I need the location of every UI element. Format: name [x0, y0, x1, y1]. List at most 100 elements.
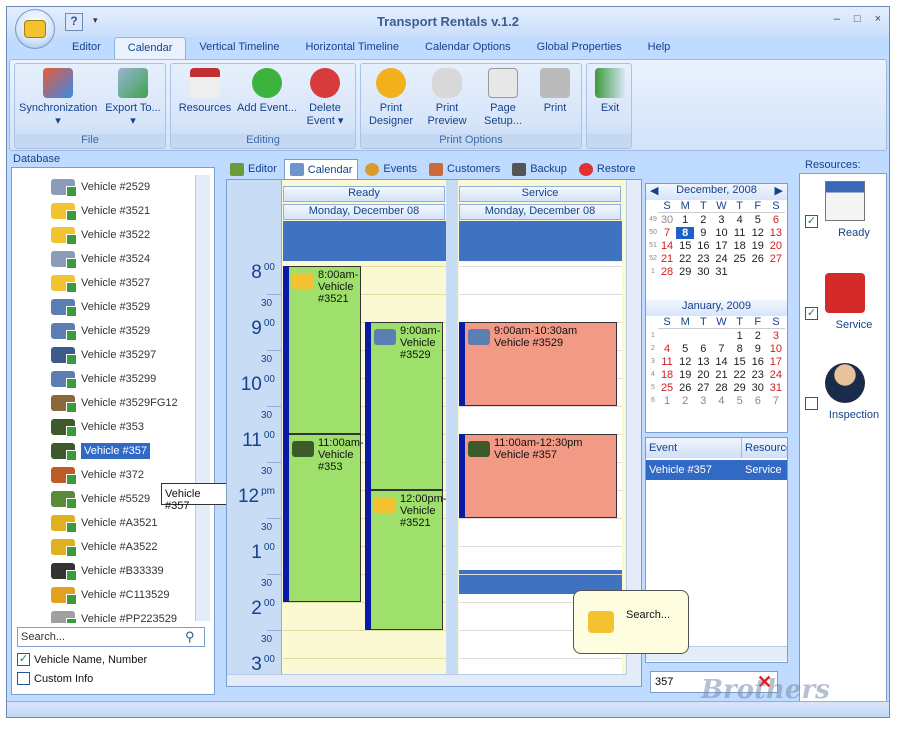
day-cell[interactable]: [658, 330, 676, 342]
tree-item[interactable]: Vehicle #353: [15, 415, 205, 439]
tab-global-properties[interactable]: Global Properties: [524, 37, 635, 59]
resources-button[interactable]: Resources: [175, 68, 235, 115]
tree-item[interactable]: Vehicle #3527: [15, 271, 205, 295]
time-slot[interactable]: [459, 294, 622, 295]
vehicle-name-checkbox[interactable]: ✓: [17, 653, 30, 666]
tree-item[interactable]: Vehicle #35297: [15, 343, 205, 367]
day-cell[interactable]: 27: [694, 382, 712, 394]
delete-event-button[interactable]: Delete Event ▾: [295, 68, 355, 128]
event-row-vehicle[interactable]: Vehicle #357: [646, 460, 742, 480]
maximize-button[interactable]: □: [854, 13, 861, 25]
day-cell[interactable]: 31: [767, 382, 785, 394]
day-cell[interactable]: 17: [767, 356, 785, 368]
tree-item[interactable]: Vehicle #3524: [15, 247, 205, 271]
ready-checkbox[interactable]: ✓: [805, 215, 818, 228]
day-cell[interactable]: 2: [676, 395, 694, 407]
event-row-resource[interactable]: Service: [742, 460, 787, 480]
day-cell[interactable]: 7: [658, 227, 676, 239]
day-cell[interactable]: 7: [767, 395, 785, 407]
day-view-hscrollbar[interactable]: [227, 674, 627, 686]
tab-help[interactable]: Help: [635, 37, 684, 59]
day-cell[interactable]: 18: [658, 369, 676, 381]
event-vehicle-3521-12pm[interactable]: 12:00pm-Vehicle #3521: [365, 490, 446, 630]
time-slot[interactable]: [459, 406, 622, 407]
event-vehicle-3521-8am[interactable]: 8:00am-Vehicle #3521: [283, 266, 361, 434]
day-cell[interactable]: 1: [658, 395, 676, 407]
export-button[interactable]: Export To... ▾: [103, 68, 163, 128]
event-vehicle-353-11am[interactable]: 11:00am-Vehicle #353: [283, 434, 364, 602]
day-cell[interactable]: 2: [749, 330, 767, 342]
tree-item[interactable]: Vehicle #357: [15, 439, 205, 463]
day-cell[interactable]: 29: [731, 382, 749, 394]
tree-item[interactable]: Vehicle #3529: [15, 319, 205, 343]
time-slot[interactable]: [459, 266, 622, 267]
day-cell[interactable]: 20: [767, 240, 785, 252]
app-menu-button[interactable]: [15, 9, 55, 49]
day-cell[interactable]: [676, 330, 694, 342]
tree-item[interactable]: Vehicle #A3521: [15, 511, 205, 535]
tree-item[interactable]: Vehicle #PP223529: [15, 607, 205, 623]
day-cell[interactable]: 8: [676, 227, 695, 239]
tab-editor[interactable]: Editor: [59, 37, 114, 59]
col-resource-header[interactable]: Resource: [742, 438, 787, 458]
day-cell[interactable]: 13: [767, 227, 785, 239]
day-cell[interactable]: 25: [731, 253, 749, 265]
tab-calendar-view[interactable]: Calendar: [283, 159, 359, 179]
day-cell[interactable]: 31: [712, 266, 730, 278]
prev-month-icon[interactable]: ◀: [650, 184, 658, 197]
tab-restore[interactable]: Restore: [574, 159, 641, 179]
time-slot[interactable]: [283, 630, 446, 631]
day-cell[interactable]: [749, 266, 767, 278]
day-cell[interactable]: 19: [749, 240, 767, 252]
day-cell[interactable]: 15: [676, 240, 694, 252]
tab-vertical-timeline[interactable]: Vertical Timeline: [186, 37, 292, 59]
day-cell[interactable]: 14: [712, 356, 730, 368]
day-cell[interactable]: 21: [712, 369, 730, 381]
day-cell[interactable]: 26: [676, 382, 694, 394]
day-cell[interactable]: [694, 330, 712, 342]
tree-item[interactable]: Vehicle #C113529: [15, 583, 205, 607]
service-checkbox[interactable]: ✓: [805, 307, 818, 320]
custom-info-checkbox[interactable]: [17, 672, 30, 685]
print-preview-button[interactable]: Print Preview: [419, 68, 475, 128]
day-cell[interactable]: 30: [749, 382, 767, 394]
day-cell[interactable]: 23: [694, 253, 712, 265]
day-cell[interactable]: 3: [694, 395, 712, 407]
day-cell[interactable]: 30: [658, 214, 676, 226]
database-search-input[interactable]: Search...: [17, 627, 205, 647]
ready-all-day-area[interactable]: [283, 221, 446, 261]
next-month-icon[interactable]: ▶: [775, 184, 783, 197]
day-cell[interactable]: 11: [731, 227, 749, 239]
day-cell[interactable]: 3: [712, 214, 730, 226]
tab-calendar[interactable]: Calendar: [113, 37, 187, 59]
resource-ready[interactable]: Ready: [797, 181, 889, 239]
tree-item[interactable]: Vehicle #A3522: [15, 535, 205, 559]
day-cell[interactable]: 13: [694, 356, 712, 368]
binoculars-icon[interactable]: ⚲: [185, 629, 195, 645]
day-cell[interactable]: [712, 330, 730, 342]
tree-item[interactable]: Vehicle #3522: [15, 223, 205, 247]
day-cell[interactable]: 12: [676, 356, 694, 368]
day-cell[interactable]: 12: [749, 227, 767, 239]
tree-item[interactable]: Vehicle #3521: [15, 199, 205, 223]
time-slot[interactable]: [283, 686, 446, 687]
column-service-header[interactable]: Service: [459, 186, 621, 202]
time-slot[interactable]: [283, 658, 446, 659]
day-cell[interactable]: 19: [676, 369, 694, 381]
tab-calendar-options[interactable]: Calendar Options: [412, 37, 524, 59]
day-cell[interactable]: 9: [749, 343, 767, 355]
day-cell[interactable]: 17: [712, 240, 730, 252]
day-cell[interactable]: 5: [749, 214, 767, 226]
day-cell[interactable]: 5: [676, 343, 694, 355]
day-cell[interactable]: 22: [676, 253, 694, 265]
time-slot[interactable]: [459, 518, 622, 519]
day-cell[interactable]: 3: [767, 330, 785, 342]
col-event-header[interactable]: Event: [646, 438, 742, 458]
day-cell[interactable]: 29: [676, 266, 694, 278]
day-cell[interactable]: 10: [712, 227, 730, 239]
day-cell[interactable]: [731, 266, 749, 278]
exit-button[interactable]: Exit: [587, 68, 633, 115]
resource-service[interactable]: Service: [797, 273, 889, 331]
day-cell[interactable]: 23: [749, 369, 767, 381]
day-cell[interactable]: 4: [658, 343, 676, 355]
